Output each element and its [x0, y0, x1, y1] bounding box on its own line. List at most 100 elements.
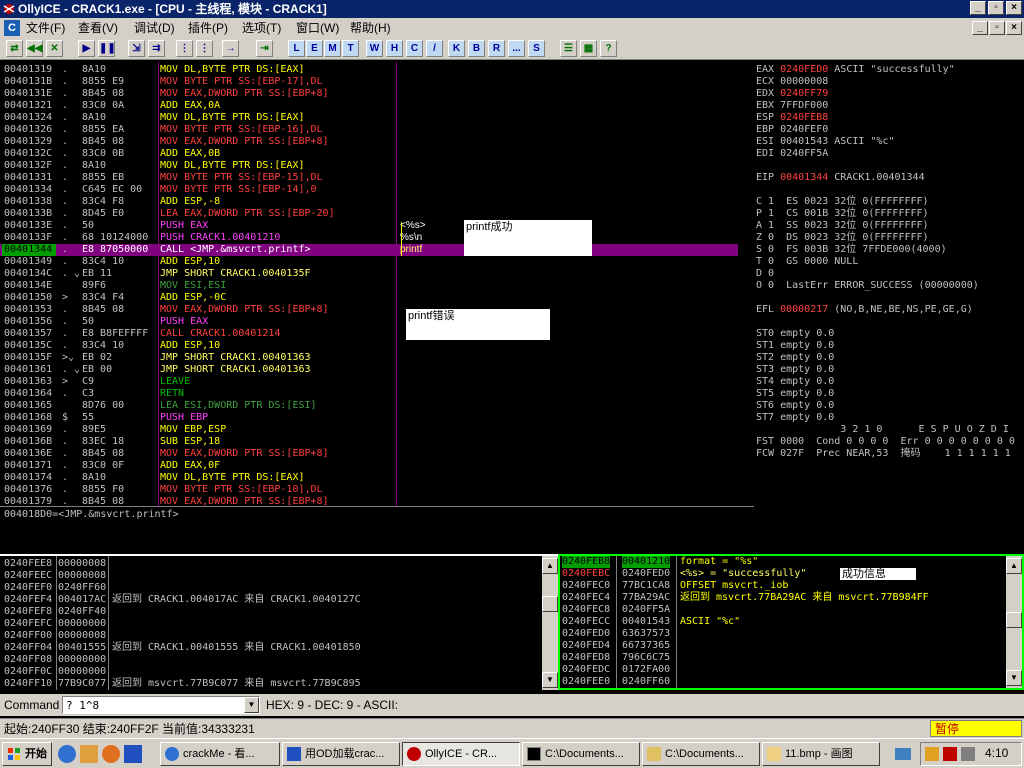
open-icon[interactable]: ⇄ [6, 40, 23, 57]
chevron-down-icon[interactable]: ▼ [244, 697, 259, 713]
disasm-row[interactable]: 0040133B. 8D45 E0 LEA EAX,DWORD PTR SS:[EB… [0, 208, 738, 220]
stack-pane[interactable]: 0240FEB8 00401210 format = "%s" 0240FEBC 024… [558, 554, 1024, 690]
command-input[interactable]: ? 1^8 [66, 699, 99, 712]
disasm-row[interactable]: 0040134E 89F6 MOV ESI,ESI [0, 280, 738, 292]
disasm-row[interactable]: 00401324. 8A10 MOV DL,BYTE PTR DS:[EAX] [0, 112, 738, 124]
disasm-row[interactable]: 00401368 $55 PUSH EBP [0, 412, 738, 424]
threads-window-button[interactable]: T [342, 40, 359, 57]
rewind-icon[interactable]: ◀◀ [26, 40, 43, 57]
menu-file[interactable]: 文件(F) [26, 18, 65, 38]
memory-window-button[interactable]: M [324, 40, 341, 57]
register-line[interactable]: C 1 ES 0023 32位 0(FFFFFFFF) [756, 196, 929, 208]
register-line[interactable]: 3 2 1 0 E S P U O Z D I [756, 424, 1009, 436]
maximize-button[interactable]: ▫ [988, 1, 1004, 15]
trace-into-icon[interactable]: ⋮ [176, 40, 193, 57]
register-line[interactable]: ST0 empty 0.0 [756, 328, 834, 340]
scroll-up-arrow-icon[interactable]: ▲ [1006, 558, 1022, 574]
disasm-row[interactable]: 00401329. 8B45 08 MOV EAX,DWORD PTR SS:[EB… [0, 136, 738, 148]
security-icon[interactable] [943, 747, 957, 761]
app-quicklaunch-icon[interactable] [124, 745, 142, 763]
trace-over-icon[interactable]: ⋮ [196, 40, 213, 57]
register-line[interactable]: EBX 7FFDF000 [756, 100, 828, 112]
disasm-row[interactable]: 00401338. 83C4 F8 ADD ESP,-8 [0, 196, 738, 208]
disasm-row[interactable]: 00401379. 8B45 08 MOV EAX,DWORD PTR SS:[EB… [0, 496, 738, 506]
register-line[interactable]: FCW 027F Prec NEAR,53 掩码 1 1 1 1 1 1 [756, 448, 1011, 460]
disasm-row[interactable]: 00401374. 8A10 MOV DL,BYTE PTR DS:[EAX] [0, 472, 738, 484]
disasm-row[interactable]: 00401364. C3 RETN [0, 388, 738, 400]
disasm-row[interactable]: 00401326. 8855 EA MOV BYTE PTR SS:[EBP-16]… [0, 124, 738, 136]
disasm-row[interactable]: 00401356. 50 PUSH EAX [0, 316, 738, 328]
register-line[interactable]: A 1 SS 0023 32位 0(FFFFFFFF) [756, 220, 929, 232]
disasm-row[interactable]: 0040133F. 68 10124000 PUSH CRACK1.00401210 [0, 232, 738, 244]
source-window-button[interactable]: S [528, 40, 545, 57]
register-line[interactable]: EDX 0240FF79 [756, 88, 828, 100]
disasm-row[interactable]: 00401365 8D76 00 LEA ESI,DWORD PTR DS:[ESI… [0, 400, 738, 412]
list-icon[interactable]: ☰ [560, 40, 577, 57]
register-line[interactable]: EDI 0240FF5A [756, 148, 828, 160]
register-line[interactable]: P 1 CS 001B 32位 0(FFFFFFFF) [756, 208, 929, 220]
task-word-doc[interactable]: 用OD加载crac... [282, 742, 400, 766]
disasm-row[interactable]: 0040136B. 83EC 18 SUB ESP,18 [0, 436, 738, 448]
run-trace-window-button[interactable]: ... [508, 40, 525, 57]
register-line[interactable]: S 0 FS 003B 32位 7FFDE000(4000) [756, 244, 947, 256]
disasm-row[interactable]: 00401321. 83C0 0A ADD EAX,0A [0, 100, 738, 112]
grid-icon[interactable]: ▦ [580, 40, 597, 57]
menu-options[interactable]: 选项(T) [242, 18, 281, 38]
tray-monitor-icon[interactable] [892, 742, 914, 766]
disasm-row[interactable]: 00401319. 8A10 MOV DL,BYTE PTR DS:[EAX] [0, 64, 738, 76]
mdi-minimize-button[interactable]: _ [972, 21, 988, 35]
register-line[interactable]: ST5 empty 0.0 [756, 388, 834, 400]
disasm-row[interactable]: 0040131B. 8855 E9 MOV BYTE PTR SS:[EBP-17]… [0, 76, 738, 88]
menu-help[interactable]: 帮助(H) [350, 18, 391, 38]
register-line[interactable]: EFL 00000217 (NO,B,NE,BE,NS,PE,GE,G) [756, 304, 973, 316]
register-line[interactable]: EBP 0240FEF0 [756, 124, 828, 136]
disasm-row[interactable]: 00401357. E8 B8FEFFFF CALL CRACK1.00401214 [0, 328, 738, 340]
disasm-row[interactable]: 0040131E. 8B45 08 MOV EAX,DWORD PTR SS:[EB… [0, 88, 738, 100]
goto-icon[interactable]: ⇥ [256, 40, 273, 57]
lock-icon[interactable] [925, 747, 939, 761]
disasm-row[interactable]: 00401369. 89E5 MOV EBP,ESP [0, 424, 738, 436]
register-line[interactable]: Z 0 DS 0023 32位 0(FFFFFFFF) [756, 232, 929, 244]
command-combobox[interactable]: ? 1^8 ▼ [62, 696, 260, 714]
folder-quicklaunch-icon[interactable] [80, 745, 98, 763]
cpu-window-button[interactable]: C [406, 40, 423, 57]
ie-quicklaunch-icon[interactable] [58, 745, 76, 763]
handles-window-button[interactable]: H [386, 40, 403, 57]
menu-debug[interactable]: 调试(D) [134, 18, 175, 38]
disasm-row[interactable]: 0040133E. 50 PUSH EAX [0, 220, 738, 232]
scroll-down-arrow-icon[interactable]: ▼ [1006, 670, 1022, 686]
stack-scrollbar[interactable]: ▲ ▼ [1006, 556, 1022, 688]
help-icon[interactable]: ? [600, 40, 617, 57]
disasm-row[interactable]: 00401361 . ⌄ EB 00 JMP SHORT CRACK1.0040136… [0, 364, 738, 376]
disasm-row[interactable]: 00401331. 8855 EB MOV BYTE PTR SS:[EBP-15]… [0, 172, 738, 184]
step-over-icon[interactable]: ⇉ [148, 40, 165, 57]
patches-window-button[interactable]: / [426, 40, 443, 57]
disasm-row[interactable]: 00401353. 8B45 08 MOV EAX,DWORD PTR SS:[EB… [0, 304, 738, 316]
menu-view[interactable]: 查看(V) [78, 18, 118, 38]
windows-window-button[interactable]: W [366, 40, 383, 57]
register-line[interactable]: ST7 empty 0.0 [756, 412, 834, 424]
disasm-row[interactable]: 00401334. C645 EC 00 MOV BYTE PTR SS:[EBP-… [0, 184, 738, 196]
scroll-thumb[interactable] [542, 596, 558, 612]
disasm-row[interactable]: 00401376. 8855 F0 MOV BYTE PTR SS:[EBP-10]… [0, 484, 738, 496]
disasm-row[interactable]: 0040134C . ⌄ EB 11 JMP SHORT CRACK1.0040135… [0, 268, 738, 280]
references-window-button[interactable]: R [488, 40, 505, 57]
menu-window[interactable]: 窗口(W) [296, 18, 339, 38]
register-line[interactable]: ECX 00000008 [756, 76, 828, 88]
task-explorer[interactable]: C:\Documents... [642, 742, 760, 766]
register-line[interactable]: ST1 empty 0.0 [756, 340, 834, 352]
mdi-restore-button[interactable]: ▫ [989, 21, 1005, 35]
disasm-row[interactable]: 00401349. 83C4 10 ADD ESP,10 [0, 256, 738, 268]
minimize-button[interactable]: _ [970, 1, 986, 15]
dump-pane[interactable]: 0240FEE8 00000008 0240FEEC 00000008 0240FEF0… [0, 554, 558, 690]
firefox-quicklaunch-icon[interactable] [102, 745, 120, 763]
register-line[interactable]: D 0 [756, 268, 774, 280]
task-crackme[interactable]: crackMe - 看... [160, 742, 280, 766]
dump-scrollbar[interactable]: ▲ ▼ [542, 556, 558, 690]
disasm-row[interactable]: 0040135F >⌄ EB 02 JMP SHORT CRACK1.00401363 [0, 352, 738, 364]
register-line[interactable]: EIP 00401344 CRACK1.00401344 [756, 172, 925, 184]
task-paint[interactable]: 11.bmp - 画图 [762, 742, 880, 766]
register-line[interactable]: EAX 0240FED0 ASCII "successfully" [756, 64, 955, 76]
disasm-row[interactable]: 00401363 > C9 LEAVE [0, 376, 738, 388]
task-cmd[interactable]: C:\Documents... [522, 742, 640, 766]
